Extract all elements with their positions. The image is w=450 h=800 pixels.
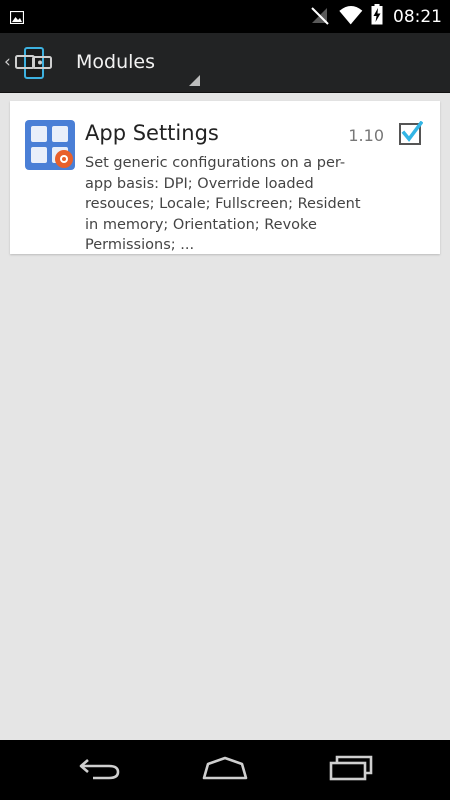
spinner-arrow-icon [189, 71, 200, 90]
title-spinner[interactable]: Modules [62, 33, 204, 92]
signal-off-icon [309, 5, 331, 29]
module-description-line: app basis: DPI; Override loaded [85, 175, 314, 192]
module-title: App Settings [85, 121, 219, 145]
module-version: 1.10 [348, 126, 384, 145]
module-description: Set generic configurations on a per- app… [85, 153, 385, 256]
back-caret-icon: ‹ [4, 52, 11, 72]
up-navigation-button[interactable]: ‹ [0, 33, 62, 92]
page-title: Modules [76, 51, 155, 73]
home-icon [202, 756, 248, 784]
xposed-app-icon [14, 47, 54, 83]
module-list: App Settings 1.10 Set generic configurat… [0, 93, 450, 740]
home-button[interactable] [180, 740, 270, 800]
module-description-line: resouces; Locale; Fullscreen; Resident [85, 196, 361, 212]
back-button[interactable] [55, 740, 145, 800]
wifi-icon [339, 5, 363, 29]
module-item[interactable]: App Settings 1.10 Set generic configurat… [10, 101, 440, 254]
action-bar: ‹ Modules [0, 33, 450, 93]
status-icons: 08:21 [309, 0, 442, 33]
recents-button[interactable] [306, 740, 396, 800]
status-time: 08:21 [393, 6, 442, 27]
navigation-bar [0, 740, 450, 800]
battery-charging-icon [371, 4, 383, 29]
module-description-line: in memory; Orientation; Revoke [85, 216, 317, 233]
module-description-line: Set generic configurations on a per- [85, 155, 346, 171]
status-bar: 08:21 [0, 0, 450, 33]
gallery-icon [9, 9, 25, 28]
back-icon [79, 756, 121, 784]
module-description-line: Permissions; ... [85, 237, 195, 253]
app-settings-icon [25, 120, 75, 170]
recents-icon [329, 755, 373, 785]
module-enable-checkbox[interactable] [399, 120, 424, 145]
